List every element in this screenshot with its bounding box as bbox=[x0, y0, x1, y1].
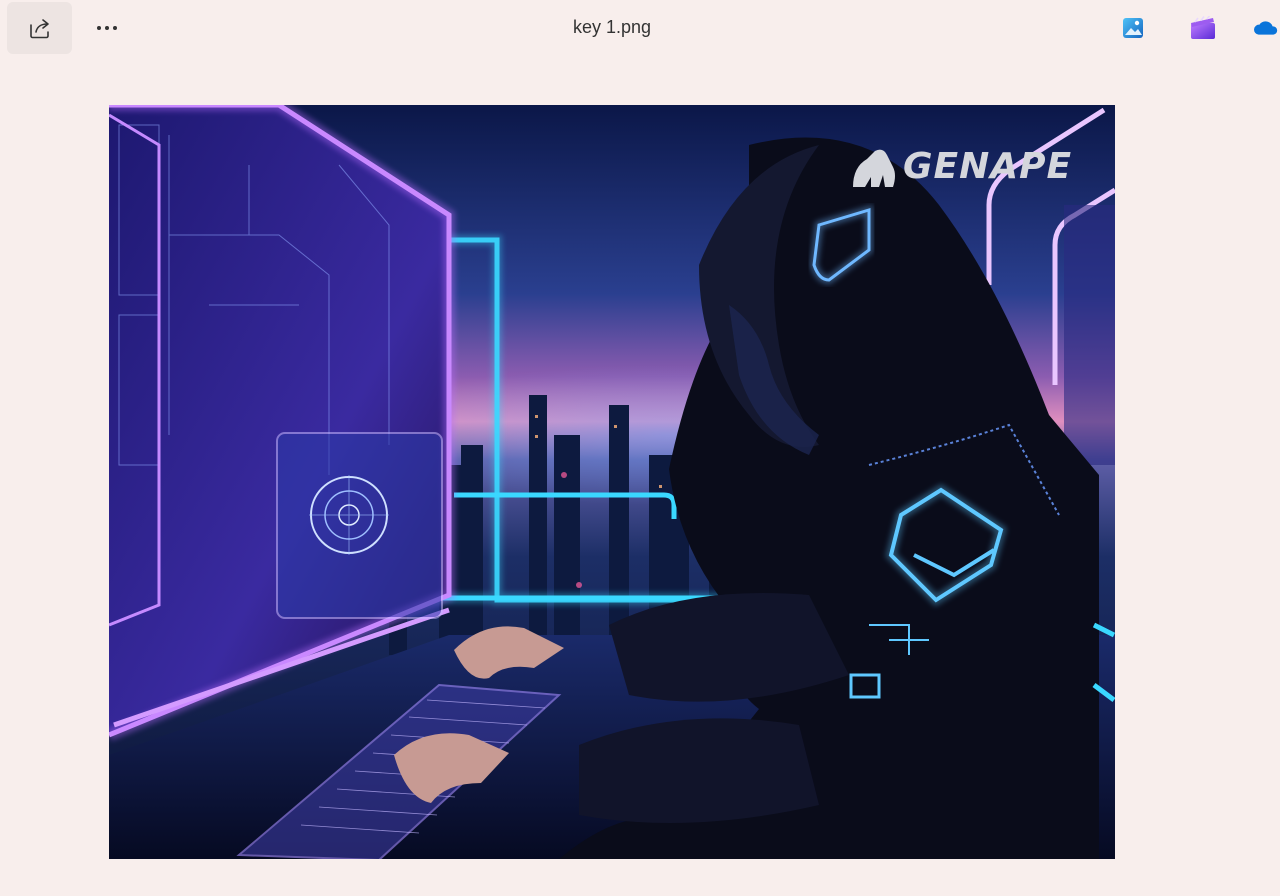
file-title: key 1.png bbox=[572, 17, 652, 37]
watermark-text: GENAPE bbox=[903, 145, 1073, 187]
onedrive-icon bbox=[1254, 21, 1278, 35]
watermark: GENAPE bbox=[851, 141, 1072, 191]
more-options-icon bbox=[97, 26, 117, 30]
hologram-card bbox=[276, 432, 443, 619]
image-canvas: GENAPE bbox=[109, 105, 1115, 859]
onedrive-button[interactable] bbox=[1252, 10, 1280, 46]
more-options-button[interactable] bbox=[80, 6, 134, 50]
share-button[interactable] bbox=[7, 2, 72, 54]
clipchamp-button[interactable] bbox=[1185, 10, 1221, 46]
photos-editor-button[interactable] bbox=[1115, 10, 1151, 46]
share-icon bbox=[29, 19, 49, 39]
clipchamp-icon bbox=[1191, 16, 1215, 39]
top-toolbar: key 1.png bbox=[0, 0, 1280, 58]
photos-editor-icon bbox=[1123, 18, 1143, 38]
generated-image bbox=[109, 105, 1115, 859]
